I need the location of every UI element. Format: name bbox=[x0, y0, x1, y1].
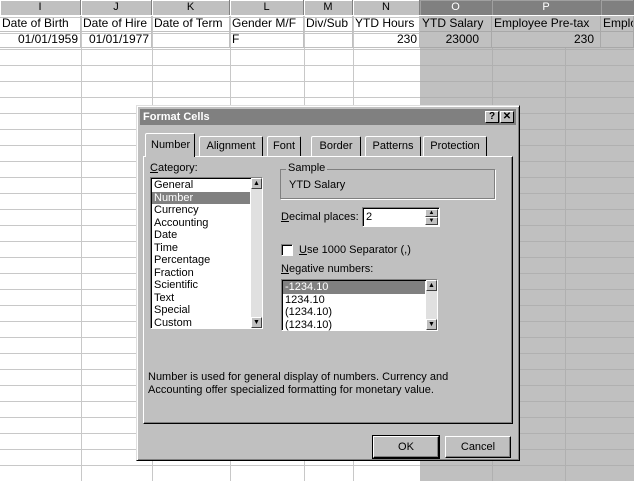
tab-protection[interactable]: Protection bbox=[423, 136, 487, 156]
category-percentage[interactable]: Percentage bbox=[152, 254, 250, 267]
column-header-q[interactable] bbox=[601, 0, 634, 15]
ok-button[interactable]: OK bbox=[372, 435, 440, 459]
tab-number[interactable]: Number bbox=[145, 133, 195, 157]
help-icon: ? bbox=[488, 111, 496, 122]
negative-numbers-list[interactable]: -1234.10 1234.10 (1234.10) (1234.10) ▲ ▼ bbox=[281, 279, 438, 331]
number-tab-panel: Category: General Number Currency Accoun… bbox=[143, 156, 513, 424]
gridline bbox=[81, 16, 82, 481]
spin-up-icon[interactable]: ▲ bbox=[425, 209, 438, 217]
decimal-places-value[interactable]: 2 bbox=[366, 211, 372, 223]
category-currency[interactable]: Currency bbox=[152, 204, 250, 217]
scroll-down-icon[interactable]: ▼ bbox=[426, 319, 437, 330]
negative-option[interactable]: 1234.10 bbox=[283, 294, 425, 307]
sample-label: Sample bbox=[286, 162, 328, 174]
category-fraction[interactable]: Fraction bbox=[152, 267, 250, 280]
negative-option[interactable]: -1234.10 bbox=[283, 281, 425, 294]
use-1000-separator-label[interactable]: Use 1000 Separator (,) bbox=[299, 244, 411, 256]
scroll-up-icon[interactable]: ▲ bbox=[426, 280, 437, 291]
dialog-title: Format Cells bbox=[143, 111, 210, 123]
category-special[interactable]: Special bbox=[152, 304, 250, 317]
sample-group: Sample YTD Salary bbox=[280, 162, 495, 199]
column-header-j[interactable]: J bbox=[81, 0, 152, 15]
cell-header-div-sub[interactable]: Div/Sub bbox=[304, 16, 353, 32]
category-list[interactable]: General Number Currency Accounting Date … bbox=[150, 177, 263, 329]
cell-ytd-salary[interactable]: 23000 bbox=[420, 32, 492, 48]
format-cells-dialog: Format Cells ? ✕ Number Alignment Font B… bbox=[136, 105, 520, 461]
column-header-row: I J K L M N O P bbox=[0, 0, 634, 15]
category-scrollbar[interactable]: ▲ ▼ bbox=[251, 178, 262, 328]
column-header-p[interactable]: P bbox=[492, 0, 601, 15]
category-description: Number is used for general display of nu… bbox=[148, 371, 449, 396]
negative-option[interactable]: (1234.10) bbox=[283, 319, 425, 332]
dialog-titlebar[interactable]: Format Cells ? ✕ bbox=[140, 109, 516, 125]
category-general[interactable]: General bbox=[152, 179, 250, 192]
column-header-m[interactable]: M bbox=[304, 0, 353, 15]
cell-header-date-of-term[interactable]: Date of Term bbox=[152, 16, 230, 32]
category-label: Category: bbox=[150, 162, 198, 174]
category-custom[interactable]: Custom bbox=[152, 317, 250, 330]
scroll-up-icon[interactable]: ▲ bbox=[251, 178, 262, 189]
sample-value: YTD Salary bbox=[289, 179, 346, 191]
cancel-button[interactable]: Cancel bbox=[445, 436, 511, 458]
spin-buttons[interactable]: ▲ ▼ bbox=[425, 209, 438, 227]
category-date[interactable]: Date bbox=[152, 229, 250, 242]
cell-header-ytd-hours[interactable]: YTD Hours bbox=[353, 16, 420, 32]
spin-down-icon[interactable]: ▼ bbox=[425, 217, 438, 225]
cell-header-ytd-salary[interactable]: YTD Salary bbox=[420, 16, 492, 32]
tab-border[interactable]: Border bbox=[311, 136, 361, 156]
cell-date-of-hire[interactable]: 01/01/1977 bbox=[81, 32, 152, 48]
negative-numbers-scrollbar[interactable]: ▲ ▼ bbox=[426, 280, 437, 330]
decimal-places-label: Decimal places: bbox=[281, 211, 359, 223]
header-row: Date of Birth Date of Hire Date of Term … bbox=[0, 16, 634, 32]
help-button[interactable]: ? bbox=[485, 111, 499, 123]
tab-font[interactable]: Font bbox=[267, 136, 301, 156]
decimal-places-spinner[interactable]: 2 ▲ ▼ bbox=[362, 207, 440, 227]
tab-alignment[interactable]: Alignment bbox=[199, 136, 263, 156]
cell-header-employee-pretax[interactable]: Employee Pre-tax bbox=[492, 16, 601, 32]
close-button[interactable]: ✕ bbox=[500, 111, 514, 123]
data-row: 01/01/1959 01/01/1977 F 230 23000 230 bbox=[0, 32, 634, 48]
cell-ytd-hours[interactable]: 230 bbox=[353, 32, 420, 48]
category-text[interactable]: Text bbox=[152, 292, 250, 305]
column-header-l[interactable]: L bbox=[230, 0, 304, 15]
close-icon: ✕ bbox=[502, 111, 512, 122]
cell-employer[interactable] bbox=[601, 32, 634, 48]
cell-date-of-term[interactable] bbox=[152, 32, 230, 48]
cell-header-date-of-hire[interactable]: Date of Hire bbox=[81, 16, 152, 32]
cell-header-gender[interactable]: Gender M/F bbox=[230, 16, 304, 32]
use-1000-separator-checkbox[interactable] bbox=[281, 244, 293, 256]
column-header-k[interactable]: K bbox=[152, 0, 230, 15]
cell-header-employer[interactable]: Emplo bbox=[601, 16, 634, 32]
category-accounting[interactable]: Accounting bbox=[152, 217, 250, 230]
scroll-down-icon[interactable]: ▼ bbox=[251, 317, 262, 328]
negative-numbers-label: Negative numbers: bbox=[281, 263, 374, 275]
column-header-n[interactable]: N bbox=[353, 0, 420, 15]
category-scientific[interactable]: Scientific bbox=[152, 279, 250, 292]
tab-patterns[interactable]: Patterns bbox=[365, 136, 421, 156]
negative-option[interactable]: (1234.10) bbox=[283, 306, 425, 319]
cell-date-of-birth[interactable]: 01/01/1959 bbox=[0, 32, 81, 48]
cell-header-date-of-birth[interactable]: Date of Birth bbox=[0, 16, 81, 32]
category-time[interactable]: Time bbox=[152, 242, 250, 255]
column-header-i[interactable]: I bbox=[0, 0, 81, 15]
column-header-o[interactable]: O bbox=[420, 0, 492, 15]
cell-div-sub[interactable] bbox=[304, 32, 353, 48]
cell-employee-pretax[interactable]: 230 bbox=[492, 32, 601, 48]
category-number[interactable]: Number bbox=[152, 191, 250, 204]
cell-gender[interactable]: F bbox=[230, 32, 304, 48]
